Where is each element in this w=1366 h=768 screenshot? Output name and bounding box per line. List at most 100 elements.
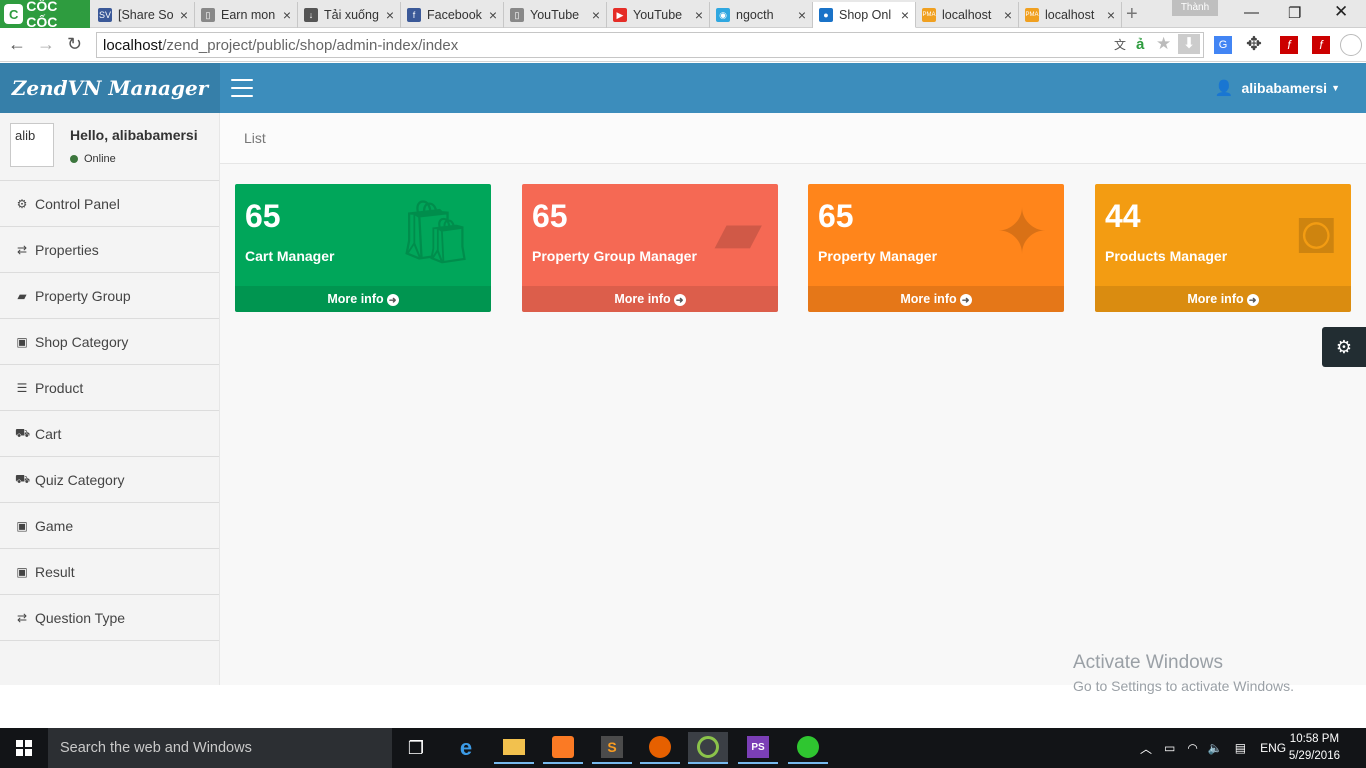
browser-tab[interactable]: ◉ ngocth × — [710, 2, 813, 28]
sidebar-item-properties[interactable]: ⇄ Properties — [0, 227, 219, 273]
activate-windows-watermark: Activate Windows Go to Settings to activ… — [1073, 652, 1294, 694]
browser-tab[interactable]: PMA localhost × — [916, 2, 1019, 28]
list-icon: ☰ — [16, 380, 28, 395]
translate-icon[interactable]: 文 — [1114, 36, 1126, 53]
browser-tab[interactable]: SV [Share So × — [92, 2, 195, 28]
forward-arrow-icon[interactable]: → — [37, 34, 55, 55]
minimize-icon[interactable]: — — [1244, 4, 1259, 21]
back-arrow-icon[interactable]: ← — [8, 34, 26, 55]
info-box-title: Products Manager — [1105, 248, 1228, 264]
move-cursor-icon[interactable]: ✥ — [1246, 33, 1262, 56]
google-translate-icon[interactable]: G — [1214, 36, 1232, 54]
sidebar-item-shop-category[interactable]: ▣ Shop Category — [0, 319, 219, 365]
info-box: 65 Cart Manager 🛍 More info ➜ — [235, 184, 491, 312]
sidebar-item-label: Question Type — [35, 609, 126, 626]
task-view-icon[interactable]: ❐ — [396, 732, 436, 764]
edge-browser-icon[interactable]: e — [446, 732, 486, 764]
settings-gear-icon[interactable]: ⚙ — [1322, 327, 1366, 367]
info-box-number: 65 — [818, 198, 854, 234]
phpstorm-icon[interactable]: PS — [738, 732, 778, 764]
tab-label: localhost — [942, 8, 992, 22]
firefox-icon[interactable] — [640, 732, 680, 764]
user-menu[interactable]: 👤 alibabamersi ▼ — [1215, 63, 1340, 113]
youtube-icon: ▶ — [613, 8, 627, 22]
sidebar-item-label: Control Panel — [35, 195, 120, 212]
close-tab-icon[interactable]: × — [283, 7, 291, 23]
more-info-link[interactable]: More info ➜ — [235, 286, 491, 312]
url-input[interactable]: localhost/zend_project/public/shop/admin… — [96, 32, 1204, 58]
close-tab-icon[interactable]: × — [592, 7, 600, 23]
book-icon: ▰ — [17, 288, 27, 303]
new-tab-button[interactable]: + — [1126, 3, 1138, 26]
close-tab-icon[interactable]: × — [1004, 7, 1012, 23]
file-explorer-icon[interactable] — [494, 732, 534, 764]
sidebar-item-property-group[interactable]: ▰ Property Group — [0, 273, 219, 319]
flash-player-icon[interactable]: f — [1312, 36, 1330, 54]
volume-icon[interactable]: 🔈 — [1208, 741, 1223, 755]
arrow-circle-right-icon: ➜ — [959, 294, 972, 306]
more-info-link[interactable]: More info ➜ — [1095, 286, 1351, 312]
watermark-subtitle: Go to Settings to activate Windows. — [1073, 678, 1294, 694]
close-tab-icon[interactable]: × — [901, 7, 909, 23]
briefcase-icon: ▣ — [16, 564, 28, 579]
browser-tab[interactable]: PMA localhost × — [1019, 2, 1122, 28]
browser-tab[interactable]: ▯ Earn mon × — [195, 2, 298, 28]
sidebar-item-cart[interactable]: ⛟ Cart — [0, 411, 219, 457]
taskbar-clock[interactable]: 10:58 PM 5/29/2016 — [1289, 731, 1340, 765]
close-tab-icon[interactable]: × — [386, 7, 394, 23]
browser-tab-strip: C CỐC CỐC SV [Share So × ▯ Earn mon × ↓ Tải xuố… — [0, 0, 1366, 30]
vietnamese-input-icon[interactable]: ả — [1136, 36, 1144, 53]
browser-tab[interactable]: ● Shop Onl × — [813, 2, 916, 28]
sidebar-item-question-type[interactable]: ⇄ Question Type — [0, 595, 219, 641]
close-window-icon[interactable]: ✕ — [1334, 2, 1348, 22]
browser-logo[interactable]: C CỐC CỐC — [0, 0, 90, 30]
xampp-icon[interactable] — [543, 732, 583, 764]
more-info-link[interactable]: More info ➜ — [808, 286, 1064, 312]
brand-logo[interactable]: ZendVN Manager — [0, 63, 220, 113]
wifi-icon[interactable]: ◠ — [1187, 741, 1197, 755]
close-tab-icon[interactable]: × — [489, 7, 497, 23]
restore-icon[interactable]: ❐ — [1288, 4, 1301, 22]
profile-name[interactable]: Thành — [1172, 0, 1218, 16]
close-tab-icon[interactable]: × — [1107, 7, 1115, 23]
battery-icon[interactable]: ▭ — [1164, 741, 1175, 755]
shop-icon: ● — [819, 7, 833, 22]
sidebar-item-product[interactable]: ☰ Product — [0, 365, 219, 411]
profile-circle-icon[interactable] — [1340, 34, 1362, 56]
sidebar-item-game[interactable]: ▣ Game — [0, 503, 219, 549]
close-tab-icon[interactable]: × — [180, 7, 188, 23]
url-host: localhost — [103, 36, 163, 54]
sidebar-item-control-panel[interactable]: ⚙ Control Panel — [0, 181, 219, 227]
tray-up-arrow-icon[interactable]: ︿ — [1140, 740, 1152, 757]
close-tab-icon[interactable]: × — [695, 7, 703, 23]
green-orb-app-icon[interactable] — [788, 732, 828, 764]
coccoc-browser-icon[interactable] — [688, 732, 728, 764]
close-tab-icon[interactable]: × — [798, 7, 806, 23]
flash-icon[interactable]: f — [1280, 36, 1298, 54]
facebook-icon: f — [407, 8, 421, 22]
browser-tab[interactable]: ↓ Tải xuống × — [298, 2, 401, 28]
sidebar-item-result[interactable]: ▣ Result — [0, 549, 219, 595]
download-arrow-icon[interactable]: ⬇ — [1178, 34, 1200, 54]
caret-down-icon: ▼ — [1331, 83, 1340, 93]
taskbar-search-box[interactable]: Search the web and Windows — [48, 728, 392, 768]
tab-label: YouTube — [530, 8, 580, 22]
bookmark-star-icon[interactable]: ★ — [1156, 34, 1171, 54]
info-box-title: Property Manager — [818, 248, 938, 264]
coccoc-logo-icon: C — [4, 4, 24, 24]
more-info-label: More info — [327, 292, 384, 306]
sidebar-item-label: Quiz Category — [35, 471, 125, 488]
reload-icon[interactable]: ↻ — [67, 34, 82, 55]
notifications-icon[interactable]: ▤ — [1235, 741, 1246, 755]
browser-tab[interactable]: ▶ YouTube × — [607, 2, 710, 28]
language-indicator[interactable]: ENG — [1260, 741, 1286, 755]
main-content: List 65 Cart Manager 🛍 More info ➜ 65 Property… — [220, 113, 1366, 685]
sidebar-item-quiz-category[interactable]: ⛟ Quiz Category — [0, 457, 219, 503]
page-icon: ▯ — [201, 8, 215, 22]
sublime-text-icon[interactable]: S — [592, 732, 632, 764]
browser-tab[interactable]: f Facebook × — [401, 2, 504, 28]
sidebar-toggle-icon[interactable] — [231, 79, 253, 97]
browser-tab[interactable]: ▯ YouTube × — [504, 2, 607, 28]
more-info-link[interactable]: More info ➜ — [522, 286, 778, 312]
start-button[interactable] — [0, 728, 48, 768]
